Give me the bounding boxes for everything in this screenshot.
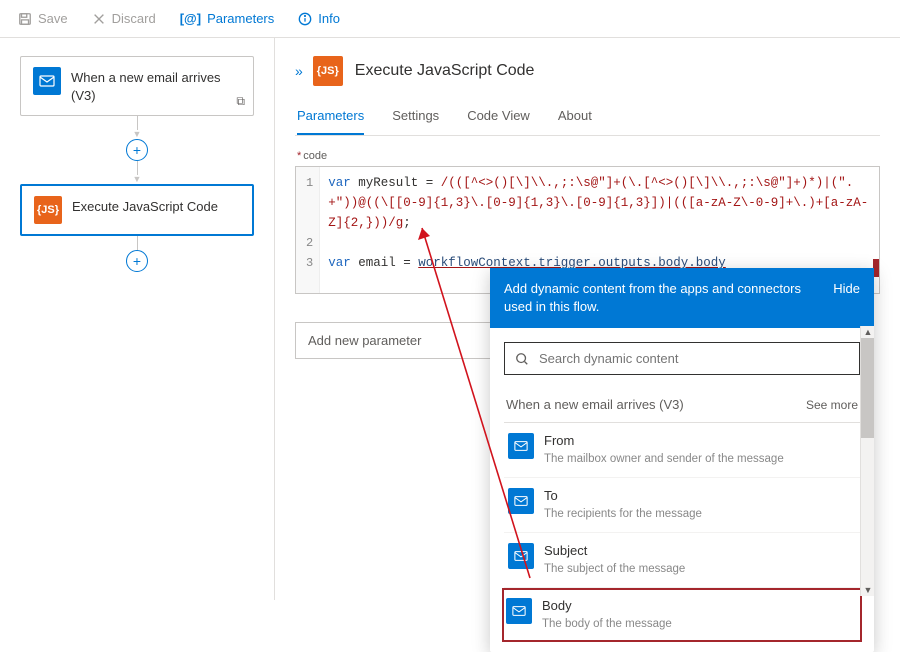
outlook-icon (508, 488, 534, 514)
dc-item-subtitle: The mailbox owner and sender of the mess… (544, 452, 784, 467)
collapse-chevron-icon[interactable]: » (295, 63, 301, 79)
info-label: Info (318, 11, 340, 26)
discard-label: Discard (112, 11, 156, 26)
parameters-button[interactable]: [@] Parameters (170, 7, 285, 30)
code-gutter: 123 (296, 167, 320, 293)
discard-button[interactable]: Discard (82, 7, 166, 30)
workflow-canvas: When a new email arrives (V3) ⧉ ▼ + ▼ {J… (0, 38, 275, 600)
dc-item-title: From (544, 433, 784, 450)
link-icon: ⧉ (236, 94, 245, 109)
dc-section-header: When a new email arrives (V3) See more (504, 385, 860, 422)
scroll-down-icon[interactable]: ▼ (861, 584, 875, 596)
tab-parameters[interactable]: Parameters (297, 100, 364, 135)
dc-item-title: To (544, 488, 702, 505)
add-parameter-label: Add new parameter (308, 333, 421, 348)
outlook-icon (506, 598, 532, 624)
top-toolbar: Save Discard [@] Parameters Info (0, 0, 900, 38)
dynamic-content-search[interactable] (504, 342, 860, 375)
code-field-label: *code (297, 150, 880, 162)
info-icon (298, 12, 312, 26)
dc-item-subject[interactable]: Subject The subject of the message (504, 533, 860, 588)
arrow-down-icon: ▼ (133, 130, 142, 139)
dynamic-content-search-input[interactable] (539, 351, 849, 366)
dc-item-body[interactable]: Body The body of the message (502, 588, 862, 642)
dc-item-subtitle: The body of the message (542, 617, 672, 632)
add-step-button[interactable]: + (126, 250, 148, 272)
outlook-icon (508, 543, 534, 569)
add-step-button[interactable]: + (126, 139, 148, 161)
info-button[interactable]: Info (288, 7, 350, 30)
arrow-down-icon: ▼ (133, 175, 142, 184)
outlook-icon (508, 433, 534, 459)
close-icon (92, 12, 106, 26)
dc-item-subtitle: The subject of the message (544, 562, 685, 577)
dc-item-subtitle: The recipients for the message (544, 507, 702, 522)
javascript-icon: {JS} (313, 56, 343, 86)
see-more-link[interactable]: See more (806, 398, 858, 412)
parameters-icon: [@] (180, 11, 201, 26)
tab-code-view[interactable]: Code View (467, 100, 530, 135)
dc-item-from[interactable]: From The mailbox owner and sender of the… (504, 423, 860, 478)
workflow-connector: ▼ + ▼ (20, 116, 254, 184)
scroll-thumb[interactable] (861, 338, 874, 438)
save-label: Save (38, 11, 68, 26)
dc-item-to[interactable]: To The recipients for the message (504, 478, 860, 533)
popover-header: Add dynamic content from the apps and co… (490, 268, 874, 328)
popover-header-text: Add dynamic content from the apps and co… (504, 280, 821, 316)
popover-scrollbar[interactable]: ▲ ▼ (860, 326, 874, 596)
dc-item-title: Subject (544, 543, 685, 560)
tab-about[interactable]: About (558, 100, 592, 135)
workflow-connector: + (20, 236, 254, 272)
workflow-trigger-label: When a new email arrives (V3) (71, 67, 241, 105)
workflow-trigger-node[interactable]: When a new email arrives (V3) ⧉ (20, 56, 254, 116)
scroll-up-icon[interactable]: ▲ (861, 326, 875, 338)
outlook-icon (33, 67, 61, 95)
dc-section-title: When a new email arrives (V3) (506, 397, 684, 412)
dynamic-content-popover: Add dynamic content from the apps and co… (490, 268, 874, 652)
save-button[interactable]: Save (8, 7, 78, 30)
workflow-action-label: Execute JavaScript Code (72, 196, 218, 216)
save-icon (18, 12, 32, 26)
search-icon (515, 352, 529, 366)
javascript-icon: {JS} (34, 196, 62, 224)
dc-item-title: Body (542, 598, 672, 615)
parameters-label: Parameters (207, 11, 274, 26)
popover-hide-button[interactable]: Hide (833, 280, 860, 316)
detail-tabs: Parameters Settings Code View About (295, 100, 880, 136)
detail-title: Execute JavaScript Code (355, 62, 535, 80)
workflow-action-node[interactable]: {JS} Execute JavaScript Code (20, 184, 254, 236)
tab-settings[interactable]: Settings (392, 100, 439, 135)
